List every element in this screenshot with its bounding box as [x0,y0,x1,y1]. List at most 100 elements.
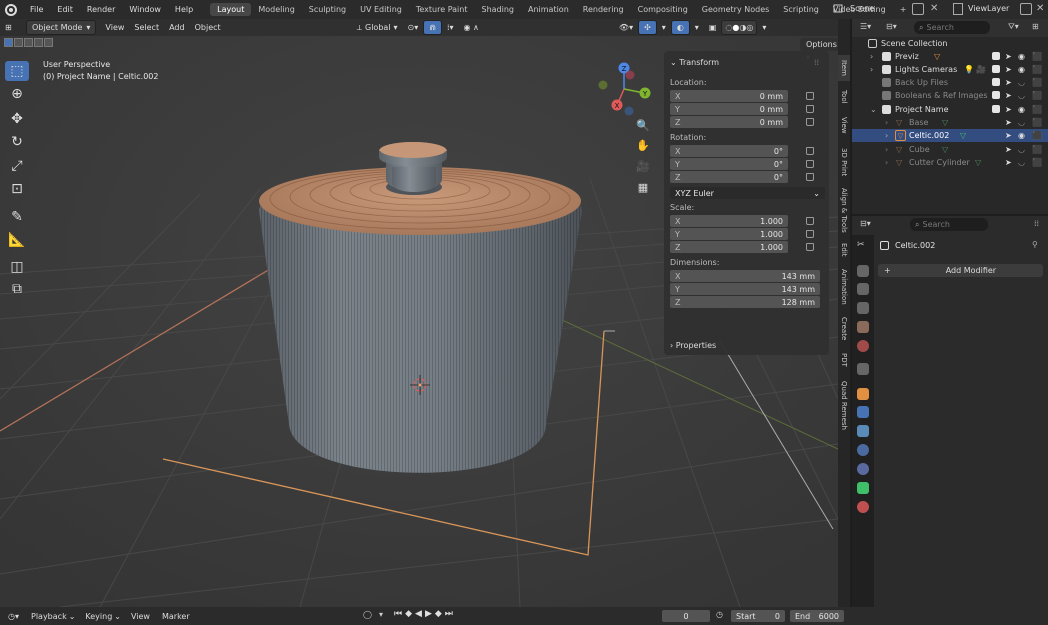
workspace-tab-sculpting[interactable]: Sculpting [302,3,353,16]
next-keyframe-icon[interactable]: ◆ [435,609,442,619]
blender-logo-icon[interactable] [5,3,17,16]
camera-icon[interactable]: ⬛ [1032,131,1042,140]
select-arrow-icon[interactable]: ➤ [1005,131,1012,140]
tab-create[interactable]: Create [838,315,850,343]
workspace-tab-compositing[interactable]: Compositing [631,3,695,16]
menu-add[interactable]: Add [164,20,190,35]
filter-icon[interactable]: ⛛▾ [1008,22,1019,32]
menu-help[interactable]: Help [168,5,200,14]
wireframe-shading-icon[interactable]: ◌ [725,23,732,32]
scene-tab-icon[interactable] [857,321,869,333]
lock-icon[interactable] [806,147,814,155]
dimensions-x-field[interactable]: X 143 mm [670,270,820,282]
select-arrow-icon[interactable]: ➤ [1005,105,1012,114]
outliner-row[interactable]: Booleans & Ref Images ➤ ◡ ⬛ [852,89,1048,102]
camera-icon[interactable]: ⬛ [1032,105,1042,114]
keying-set-icon[interactable]: ▾ [379,610,383,619]
tab-view[interactable]: View [838,113,850,137]
eye-closed-icon[interactable]: ◡ [1018,91,1025,100]
add-modifier-button[interactable]: + Add Modifier [878,264,1043,277]
select-mode-intersect-icon[interactable] [44,38,53,47]
tab-animation[interactable]: Animation [838,265,850,309]
clock-icon[interactable]: ◷ [716,610,723,619]
lock-icon[interactable] [806,118,814,126]
menu-edit[interactable]: Edit [50,5,80,14]
rendered-shading-icon[interactable]: ◎ [746,23,753,32]
solid-shading-icon[interactable]: ● [732,23,739,32]
menu-select[interactable]: Select [129,20,164,35]
gizmo-toggle-icon[interactable]: ✣ [638,20,657,35]
physics-tab-icon[interactable] [857,444,869,456]
particles-tab-icon[interactable] [857,425,869,437]
camera-icon[interactable]: ⬛ [1032,91,1042,100]
location-x-field[interactable]: X0 mm [670,90,788,102]
editor-type-icon[interactable]: ⊞ [0,20,22,35]
move-tool-icon[interactable]: ✥ [5,109,29,129]
rotate-tool-icon[interactable]: ↻ [5,132,29,152]
rotation-z-field[interactable]: Z 0° [670,171,788,183]
tab-edit[interactable]: Edit [838,239,850,261]
checkbox-icon[interactable] [992,91,1000,99]
eye-icon[interactable]: ◉ [1018,131,1025,140]
modifier-tab-icon[interactable] [857,406,869,418]
pan-hand-icon[interactable]: ✋ [634,136,652,154]
autokey-record-icon[interactable]: ◯ [363,610,372,619]
menu-render[interactable]: Render [80,5,122,14]
outliner-row[interactable]: › Previz ▽ ➤ ◉ ⬛ [852,50,1048,63]
scale-tool-icon[interactable]: ⤢ [5,156,29,176]
outliner-row[interactable]: › Lights Cameras 💡 🎥 ➤ ◉ ⬛ [852,63,1048,76]
jump-start-icon[interactable]: ⏮ [394,609,402,619]
render-tab-icon[interactable] [857,265,869,277]
eye-closed-icon[interactable]: ◡ [1018,118,1025,127]
workspace-tab-texture-paint[interactable]: Texture Paint [409,3,475,16]
checkbox-icon[interactable] [992,52,1000,60]
mode-selector[interactable]: Object Mode ▾ [26,20,97,35]
menu-marker[interactable]: Marker [162,612,190,621]
close-viewlayer-icon[interactable]: ✕ [1036,3,1046,15]
menu-window[interactable]: Window [122,5,168,14]
eye-closed-icon[interactable]: ◡ [1018,145,1025,154]
checkbox-icon[interactable] [992,65,1000,73]
measure-tool-icon[interactable]: 📐 [5,230,29,250]
outliner-row[interactable]: Back Up Files ➤ ◡ ⬛ [852,76,1048,89]
prev-keyframe-icon[interactable]: ◆ [405,609,412,619]
camera-icon[interactable]: ⬛ [1032,52,1042,61]
tool-tab-icon[interactable]: ✂ [857,240,869,252]
lock-icon[interactable] [806,230,814,238]
pin-icon[interactable]: ⚲ [1032,240,1038,249]
drag-handle-icon[interactable]: ⁞⁞ [814,58,819,67]
output-tab-icon[interactable] [857,283,869,295]
select-arrow-icon[interactable]: ➤ [1005,145,1012,154]
copy-viewlayer-icon[interactable] [1020,3,1032,15]
workspace-tab-scripting[interactable]: Scripting [776,3,826,16]
dimensions-y-field[interactable]: Y 143 mm [670,283,820,295]
lock-icon[interactable] [806,92,814,100]
shading-dropdown-icon[interactable]: ▾ [757,20,771,35]
material-shading-icon[interactable]: ◑ [739,23,746,32]
scale-x-field[interactable]: X 1.000 [670,215,788,227]
drag-handle-icon[interactable]: ⁞⁞ [1034,219,1039,228]
camera-icon[interactable]: ⬛ [1032,65,1042,74]
workspace-tab-geometry-nodes[interactable]: Geometry Nodes [695,3,776,16]
options-button[interactable]: Options ▾ [800,38,838,62]
select-arrow-icon[interactable]: ➤ [1005,118,1012,127]
constraints-tab-icon[interactable] [857,463,869,475]
properties-search-input[interactable]: ⌕ Search [910,218,988,231]
dimensions-z-field[interactable]: Z 128 mm [670,296,820,308]
view-layer-tab-icon[interactable] [857,302,869,314]
menu-file[interactable]: File [23,5,50,14]
gizmo-dropdown-icon[interactable]: ▾ [657,20,671,35]
transform-header[interactable]: ⌄ Transform [670,58,719,67]
object-tab-icon[interactable] [857,388,869,400]
select-arrow-icon[interactable]: ➤ [1005,52,1012,61]
select-mode-invert-icon[interactable] [34,38,43,47]
snap-target-icon[interactable]: ⁞▾ [442,20,459,35]
xray-toggle-icon[interactable]: ▣ [704,20,722,35]
visibility-icon[interactable]: 👁▾ [614,20,638,35]
lock-icon[interactable] [806,217,814,225]
transform-tool-icon[interactable]: ⊡ [5,179,29,199]
workspace-tab-shading[interactable]: Shading [474,3,521,16]
select-mode-new-icon[interactable] [4,38,13,47]
workspace-tab-modeling[interactable]: Modeling [251,3,301,16]
select-mode-extend-icon[interactable] [14,38,23,47]
